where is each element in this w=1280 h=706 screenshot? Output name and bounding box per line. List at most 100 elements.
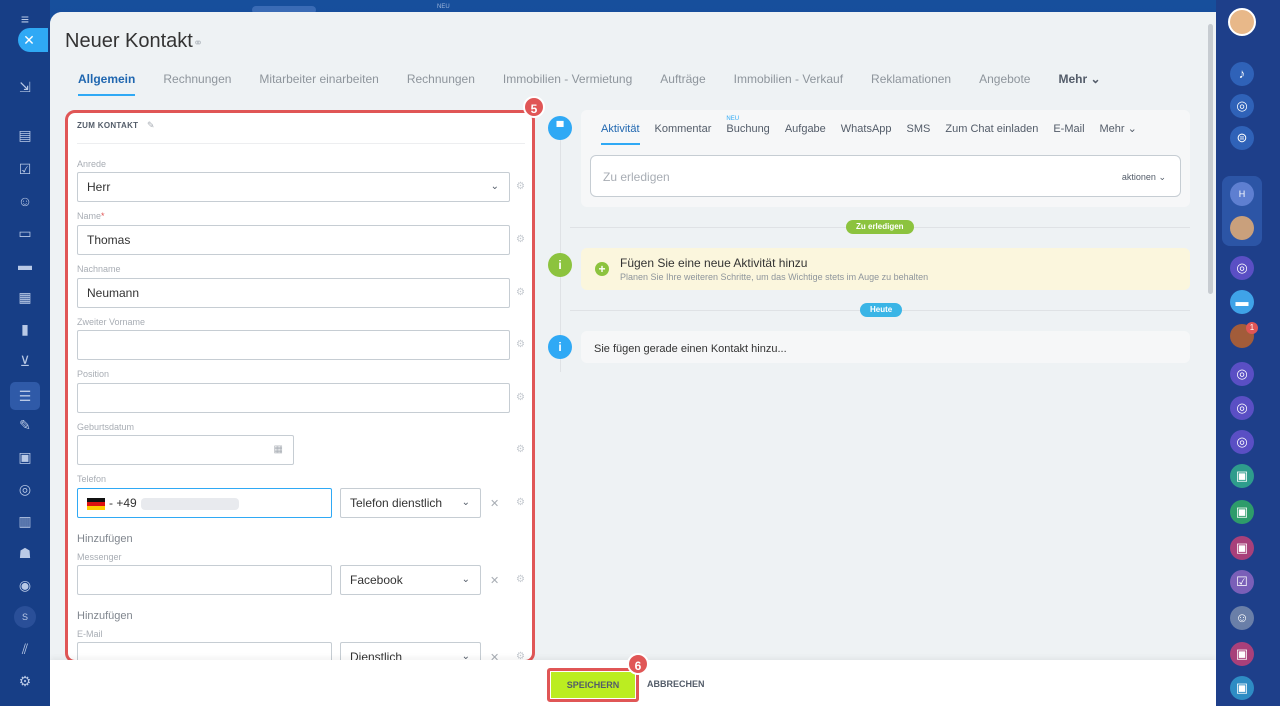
chat-bubble-icon[interactable]: ▬: [1230, 290, 1254, 314]
tl-tab-chat-einladen[interactable]: Zum Chat einladen: [945, 122, 1038, 145]
tab-rechnungen-2[interactable]: Rechnungen: [407, 72, 475, 96]
tl-tab-aufgabe[interactable]: Aufgabe: [785, 122, 826, 145]
tl-tab-mehr[interactable]: Mehr ⌄: [1100, 122, 1137, 145]
todo-pill: Zu erledigen: [846, 220, 914, 234]
bell-icon[interactable]: ♪: [1230, 62, 1254, 86]
open-channel-icon[interactable]: ◎: [1230, 256, 1254, 280]
target-icon-right[interactable]: ◎: [1230, 94, 1254, 118]
calendar-icon[interactable]: ▥: [14, 510, 36, 532]
cards-icon[interactable]: ▬: [14, 254, 36, 276]
phone-input[interactable]: - +49: [77, 488, 332, 518]
gear-icon[interactable]: ⚙: [516, 392, 525, 403]
gear-icon[interactable]: ⚙: [516, 181, 525, 192]
activity-card[interactable]: + Fügen Sie eine neue Aktivität hinzu Pl…: [581, 248, 1190, 290]
tl-tab-whatsapp[interactable]: WhatsApp: [841, 122, 892, 145]
tasks-icon[interactable]: ☑: [14, 158, 36, 180]
tl-tab-buchung[interactable]: NEU Buchung: [726, 116, 769, 145]
chevron-down-icon: ⌄: [461, 574, 470, 585]
pencil-icon[interactable]: ✎: [147, 120, 155, 131]
target-icon[interactable]: ◉: [14, 574, 36, 596]
collapse-icon[interactable]: ⇲: [14, 76, 36, 98]
user-avatar[interactable]: [1228, 8, 1256, 36]
info-icon: i: [548, 253, 572, 277]
channel-icon-2[interactable]: ◎: [1230, 362, 1254, 386]
lock-icon-3[interactable]: ▣: [1230, 536, 1254, 560]
tl-tab-sms[interactable]: SMS: [907, 122, 931, 145]
phone-type-select[interactable]: Telefon dienstlich ⌄: [340, 488, 481, 518]
contacts-icon[interactable]: ☺: [14, 190, 36, 212]
contact-slider: Neuer Kontakt ⚭ Allgemein Rechnungen Mit…: [50, 12, 1216, 706]
gear-icon[interactable]: ⚙: [516, 574, 525, 585]
board-icon[interactable]: ▦: [14, 286, 36, 308]
messenger-input[interactable]: [77, 565, 332, 595]
remove-messenger-icon[interactable]: ✕: [490, 574, 499, 587]
tab-reklamationen[interactable]: Reklamationen: [871, 72, 951, 96]
inbox-icon[interactable]: ▣: [14, 446, 36, 468]
salutation-select[interactable]: Herr ⌄: [77, 172, 510, 202]
tab-rechnungen[interactable]: Rechnungen: [163, 72, 231, 96]
name-input[interactable]: Thomas: [77, 225, 510, 255]
tl-tab-kommentar[interactable]: Kommentar: [655, 122, 712, 145]
s-avatar[interactable]: S: [14, 606, 36, 628]
tl-tab-aktivitaet[interactable]: Aktivität: [601, 122, 640, 145]
plus-icon[interactable]: +: [595, 262, 609, 276]
page-title: Neuer Kontakt: [65, 30, 193, 52]
checklist-icon[interactable]: ☑: [1230, 570, 1254, 594]
person-avatar[interactable]: [1230, 216, 1254, 240]
group-avatar[interactable]: ☺: [1230, 606, 1254, 630]
stripes-icon[interactable]: ⫽: [14, 638, 36, 660]
add-phone-link[interactable]: Hinzufügen: [77, 533, 133, 545]
edit-doc-icon[interactable]: ✎: [14, 414, 36, 436]
channel-icon-4[interactable]: ◎: [1230, 430, 1254, 454]
gear-icon[interactable]: ⚙: [516, 339, 525, 350]
lock-icon-4[interactable]: ▣: [1230, 642, 1254, 666]
menu-icon[interactable]: ≡: [14, 8, 36, 30]
gear-icon[interactable]: ⚙: [516, 287, 525, 298]
tab-mitarbeiter-einarbeiten[interactable]: Mitarbeiter einarbeiten: [259, 72, 378, 96]
calendar-icon[interactable]: ▦: [274, 436, 283, 464]
channel-icon-3[interactable]: ◎: [1230, 396, 1254, 420]
messenger-type-select[interactable]: Facebook ⌄: [340, 565, 481, 595]
crm-icon[interactable]: ☰: [10, 382, 40, 410]
h-avatar[interactable]: H: [1230, 182, 1254, 206]
tab-allgemein[interactable]: Allgemein: [78, 72, 136, 96]
lock-icon-5[interactable]: ▣: [1230, 676, 1254, 700]
lock-icon-1[interactable]: ▣: [1230, 464, 1254, 488]
robot-icon[interactable]: ☗: [14, 542, 36, 564]
tab-immobilien-vermietung[interactable]: Immobilien - Vermietung: [503, 72, 632, 96]
phone-label: Telefon: [77, 474, 107, 484]
remove-phone-icon[interactable]: ✕: [490, 497, 499, 510]
gear-icon[interactable]: ⚙: [516, 234, 525, 245]
birthdate-input[interactable]: ▦: [77, 435, 294, 465]
cancel-button[interactable]: ABBRECHEN: [647, 679, 705, 689]
feed-icon[interactable]: ▤: [14, 124, 36, 146]
position-input[interactable]: [77, 383, 510, 413]
scrollbar[interactable]: [1208, 24, 1213, 294]
tab-auftraege[interactable]: Aufträge: [660, 72, 705, 96]
settings-icon[interactable]: ⚙: [14, 670, 36, 692]
add-messenger-link[interactable]: Hinzufügen: [77, 610, 133, 622]
tab-mehr[interactable]: Mehr ⌄: [1058, 72, 1100, 96]
birthdate-label: Geburtsdatum: [77, 422, 135, 432]
gear-icon[interactable]: ⚙: [516, 444, 525, 455]
cart-icon[interactable]: ⊻: [14, 350, 36, 372]
tab-immobilien-verkauf[interactable]: Immobilien - Verkauf: [734, 72, 843, 96]
middlename-input[interactable]: [77, 330, 510, 360]
save-button[interactable]: SPEICHERN: [551, 672, 635, 698]
link-icon[interactable]: ⚭: [193, 36, 203, 50]
contact-form-card: ZUM KONTAKT ✎ Anrede Herr ⌄ ⚙ Name* Thom…: [65, 110, 535, 663]
gear-icon[interactable]: ⚙: [516, 497, 525, 508]
analytics-icon[interactable]: ▮: [14, 318, 36, 340]
chevron-down-icon: ⌄: [490, 181, 499, 192]
lock-icon-2[interactable]: ▣: [1230, 500, 1254, 524]
tab-angebote[interactable]: Angebote: [979, 72, 1030, 96]
documents-icon[interactable]: ▭: [14, 222, 36, 244]
search-chat-icon[interactable]: ⊜: [1230, 126, 1254, 150]
camera-icon[interactable]: ◎: [14, 478, 36, 500]
close-slider-button[interactable]: ✕: [18, 28, 48, 52]
tl-tab-email[interactable]: E-Mail: [1053, 122, 1084, 145]
germany-flag-icon[interactable]: [87, 497, 105, 510]
todo-input[interactable]: Zu erledigen aktionen ⌄: [590, 155, 1181, 197]
todo-actions-dropdown[interactable]: aktionen ⌄: [1122, 172, 1166, 183]
lastname-input[interactable]: Neumann: [77, 278, 510, 308]
